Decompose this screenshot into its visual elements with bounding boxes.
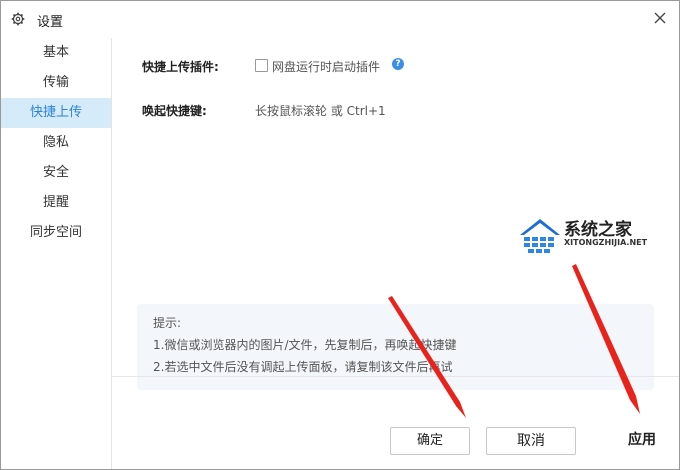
annotation-arrows — [388, 264, 640, 418]
arrow-to-ok — [388, 296, 466, 418]
arrow-to-apply — [572, 264, 640, 414]
